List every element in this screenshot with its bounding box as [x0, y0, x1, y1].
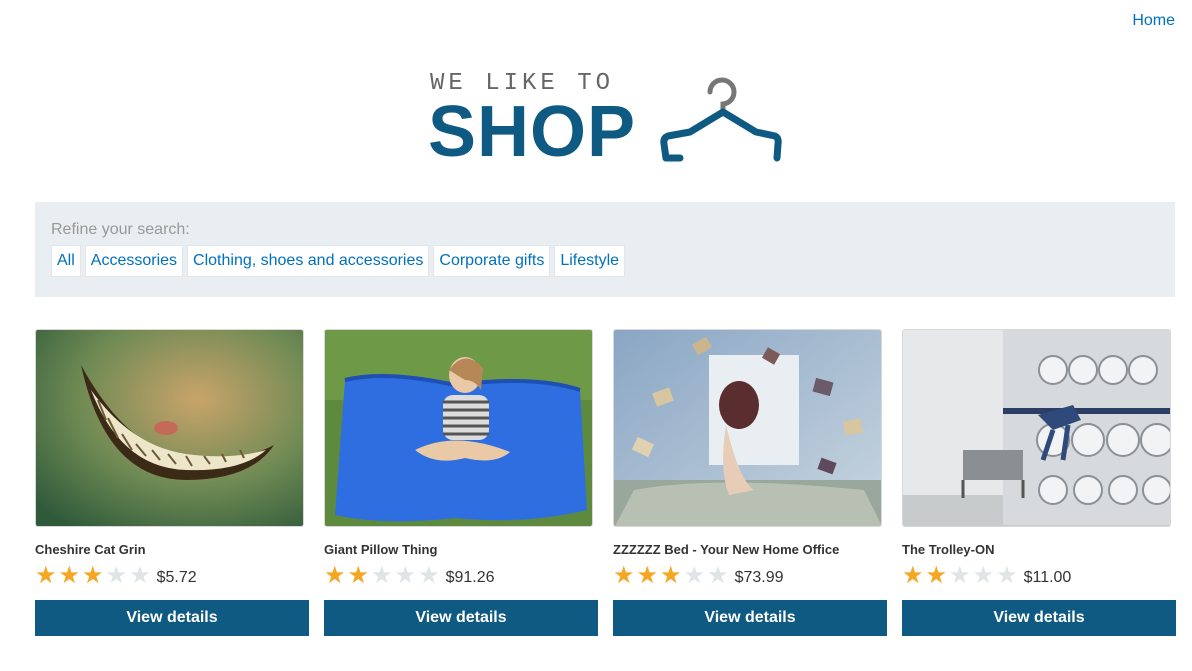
filter-clothing[interactable]: Clothing, shoes and accessories — [187, 245, 430, 277]
star-icon: ★ — [129, 562, 151, 589]
top-nav: Home — [1132, 12, 1175, 30]
star-icon: ★ — [371, 562, 393, 589]
product-card: Giant Pillow Thing ★ ★ ★ ★ ★ $91.26 View… — [324, 329, 598, 636]
star-icon: ★ — [82, 562, 104, 589]
cheshire-grin-image — [36, 330, 303, 526]
product-image[interactable] — [35, 329, 304, 527]
star-icon: ★ — [613, 562, 635, 589]
refine-label: Refine your search: — [51, 221, 190, 238]
star-rating: ★ ★ ★ ★ ★ — [324, 564, 440, 588]
product-grid: Cheshire Cat Grin ★ ★ ★ ★ ★ $5.72 View d… — [35, 329, 1176, 636]
star-icon: ★ — [707, 562, 729, 589]
star-icon: ★ — [58, 562, 81, 589]
rating-row: ★ ★ ★ ★ ★ $91.26 — [324, 563, 598, 589]
view-details-button[interactable]: View details — [613, 600, 887, 636]
product-price: $73.99 — [734, 569, 784, 586]
product-price: $11.00 — [1023, 569, 1072, 586]
star-icon: ★ — [35, 562, 57, 589]
product-name: Cheshire Cat Grin — [35, 542, 146, 557]
star-rating: ★ ★ ★ ★ ★ — [902, 564, 1018, 588]
rating-row: ★ ★ ★ ★ ★ $11.00 — [902, 563, 1176, 589]
star-icon: ★ — [660, 562, 682, 589]
filter-lifestyle[interactable]: Lifestyle — [554, 245, 626, 277]
product-image[interactable] — [613, 329, 882, 527]
star-icon: ★ — [324, 562, 346, 589]
product-card: The Trolley-ON ★ ★ ★ ★ ★ $11.00 View det… — [902, 329, 1176, 636]
product-name: ZZZZZZ Bed - Your New Home Office — [613, 542, 840, 557]
star-icon: ★ — [394, 562, 417, 589]
star-rating: ★ ★ ★ ★ ★ — [613, 564, 729, 588]
star-icon: ★ — [902, 562, 924, 589]
home-link[interactable]: Home — [1132, 12, 1175, 29]
view-details-button[interactable]: View details — [324, 600, 598, 636]
product-image[interactable] — [324, 329, 593, 527]
star-icon: ★ — [418, 562, 440, 589]
filter-panel: Refine your search: All Accessories Clot… — [35, 202, 1175, 297]
filter-list: All Accessories Clothing, shoes and acce… — [51, 245, 1159, 277]
view-details-button[interactable]: View details — [902, 600, 1176, 636]
product-price: $91.26 — [445, 569, 495, 586]
site-logo[interactable]: WE LIKE TO SHOP — [428, 70, 788, 170]
star-icon: ★ — [105, 562, 128, 589]
logo-wordmark: SHOP — [428, 92, 637, 172]
star-icon: ★ — [972, 562, 995, 589]
giant-pillow-image — [325, 330, 592, 526]
star-icon: ★ — [949, 562, 971, 589]
product-name: The Trolley-ON — [902, 542, 995, 557]
hanger-icon — [660, 77, 782, 162]
filter-accessories[interactable]: Accessories — [84, 245, 184, 277]
product-card: ZZZZZZ Bed - Your New Home Office ★ ★ ★ … — [613, 329, 887, 636]
product-image[interactable] — [902, 329, 1171, 527]
view-details-button[interactable]: View details — [35, 600, 309, 636]
star-icon: ★ — [347, 562, 370, 589]
star-icon: ★ — [996, 562, 1018, 589]
rating-row: ★ ★ ★ ★ ★ $5.72 — [35, 563, 309, 589]
product-price: $5.72 — [156, 569, 197, 586]
star-icon: ★ — [636, 562, 659, 589]
star-icon: ★ — [683, 562, 706, 589]
filter-corporate-gifts[interactable]: Corporate gifts — [433, 245, 551, 277]
star-rating: ★ ★ ★ ★ ★ — [35, 564, 151, 588]
product-name: Giant Pillow Thing — [324, 542, 438, 557]
zzzzzz-bed-image — [614, 330, 881, 526]
star-icon: ★ — [925, 562, 948, 589]
product-card: Cheshire Cat Grin ★ ★ ★ ★ ★ $5.72 View d… — [35, 329, 309, 636]
rating-row: ★ ★ ★ ★ ★ $73.99 — [613, 563, 887, 589]
filter-all[interactable]: All — [51, 245, 81, 277]
trolley-on-image — [903, 330, 1170, 526]
